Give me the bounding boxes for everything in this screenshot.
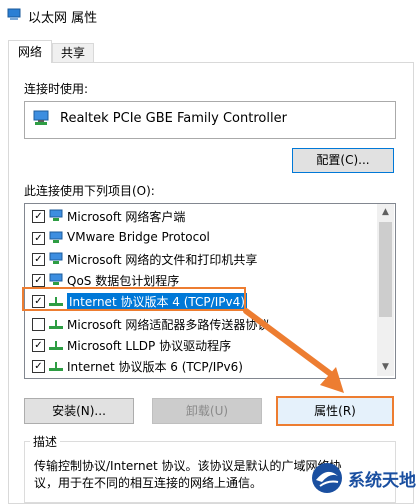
- network-client-icon: [49, 209, 63, 222]
- network-protocol-icon: [49, 231, 63, 244]
- network-protocol-icon: [49, 273, 63, 286]
- tab-network[interactable]: 网络: [8, 40, 52, 63]
- arrow-annotation-icon: [240, 305, 360, 400]
- checkbox[interactable]: ✓: [32, 210, 45, 223]
- file-printer-sharing-icon: [49, 252, 63, 265]
- scroll-up-arrow-icon[interactable]: ▲: [377, 204, 394, 221]
- scroll-down-arrow-icon[interactable]: ▼: [377, 359, 394, 376]
- description-label: 描述: [30, 433, 61, 450]
- items-label: 此连接使用下列项目(O):: [24, 184, 155, 198]
- network-adapter-icon: [32, 110, 50, 126]
- connect-using-label: 连接时使用:: [24, 82, 89, 96]
- checkbox[interactable]: ✓: [32, 360, 45, 373]
- install-button[interactable]: 安装(N)...: [24, 398, 134, 424]
- scrollbar-thumb[interactable]: [379, 222, 392, 317]
- checkbox[interactable]: ✓: [32, 274, 45, 287]
- protocol-icon: [49, 359, 63, 372]
- highlight-annotation: [22, 287, 246, 311]
- adapter-name: Realtek PCIe GBE Family Controller: [60, 111, 287, 126]
- window-title: 以太网 属性: [28, 11, 98, 26]
- network-adapter-icon: [7, 8, 21, 22]
- list-item-label: Microsoft 网络客户端: [67, 210, 186, 224]
- uninstall-button[interactable]: 卸载(U): [152, 398, 262, 424]
- list-item-label: Microsoft 网络的文件和打印机共享: [67, 253, 258, 267]
- protocol-icon: [49, 317, 63, 330]
- checkbox[interactable]: [32, 318, 45, 331]
- watermark-text: 系统天地: [348, 471, 416, 491]
- checkbox[interactable]: ✓: [32, 253, 45, 266]
- properties-button[interactable]: 属性(R): [276, 396, 394, 426]
- list-item-label: Microsoft LLDP 协议驱动程序: [67, 339, 232, 353]
- watermark-logo-icon: [310, 462, 344, 494]
- checkbox[interactable]: ✓: [32, 232, 45, 245]
- list-item-label: Internet 协议版本 6 (TCP/IPv6): [67, 360, 243, 374]
- configure-button[interactable]: 配置(C)...: [292, 148, 394, 173]
- tab-sharing[interactable]: 共享: [52, 43, 94, 63]
- checkbox[interactable]: ✓: [32, 339, 45, 352]
- protocol-icon: [49, 338, 63, 351]
- list-item-label: VMware Bridge Protocol: [67, 230, 210, 244]
